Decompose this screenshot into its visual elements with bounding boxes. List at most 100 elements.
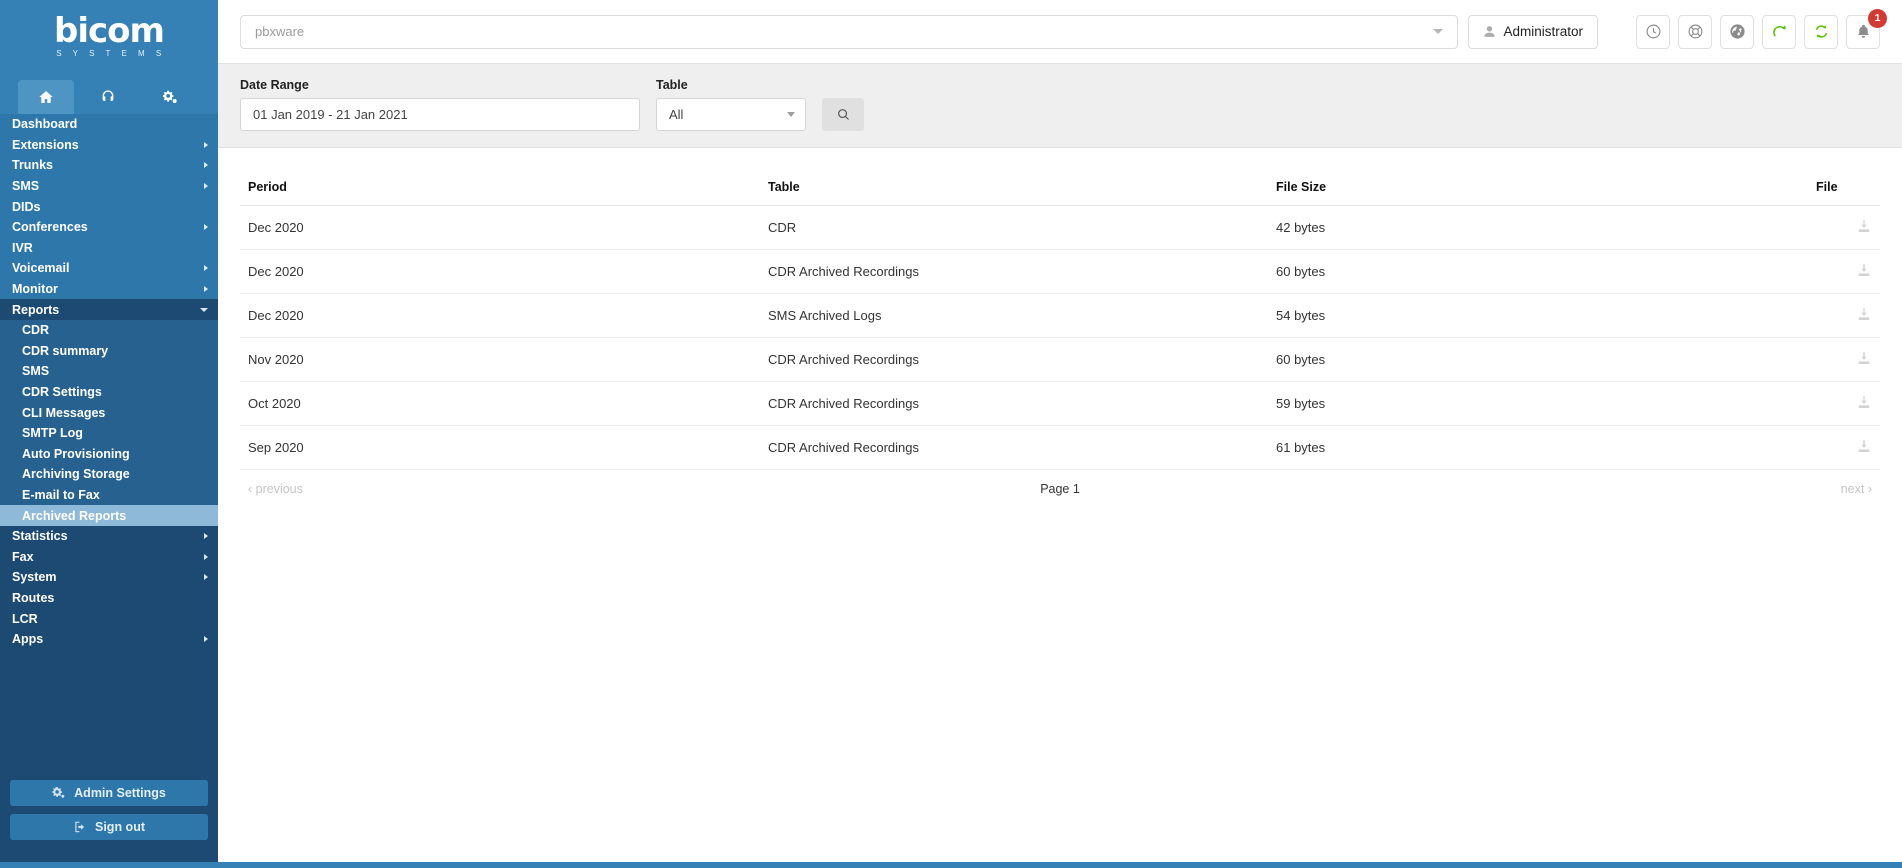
sidebar-item-statistics[interactable]: Statistics [0,525,218,547]
chevron-right-icon [204,574,208,581]
server-select[interactable]: pbxware [240,14,1459,49]
next-page-link[interactable]: next › [1841,482,1872,496]
chevron-right-icon [204,286,208,293]
sidebar-item-label: Dashboard [12,117,78,132]
chevron-right-icon [204,636,208,643]
server-select-value: pbxware [255,24,305,39]
sidebar-item-label: SMTP Log [22,426,83,441]
administrator-button[interactable]: Administrator [1468,14,1598,49]
date-range-input[interactable]: 01 Jan 2019 - 21 Jan 2021 [240,98,640,131]
download-file-button[interactable] [1856,350,1872,369]
sidebar-item-routes[interactable]: Routes [0,587,218,609]
sidebar-item-sms[interactable]: SMS [0,175,218,197]
sidebar-item-reports[interactable]: Reports [0,299,218,320]
lifebuoy-button[interactable] [1678,14,1712,49]
brand-name: bicom [54,11,165,51]
sidebar-item-smtp-log[interactable]: SMTP Log [0,422,218,444]
sidebar-item-apps[interactable]: Apps [0,628,218,650]
sidebar-item-cli-messages[interactable]: CLI Messages [0,402,218,423]
sidebar-item-label: CDR [22,323,50,338]
sidebar-item-lcr[interactable]: LCR [0,608,218,629]
download-file-button[interactable] [1856,438,1872,457]
chevron-right-icon [204,162,208,169]
cell-filesize: 60 bytes [1268,249,1808,294]
download-file-button[interactable] [1856,262,1872,281]
sidebar-item-label: Apps [12,632,44,647]
table-filter-select[interactable]: All [656,98,806,131]
cell-period: Oct 2020 [240,381,760,426]
sidebar-item-e-mail-to-fax[interactable]: E-mail to Fax [0,484,218,506]
sidebar-item-trunks[interactable]: Trunks [0,155,218,176]
sidebar-item-conferences[interactable]: Conferences [0,216,218,238]
globe-icon [1729,24,1745,39]
admin-settings-button[interactable]: Admin Settings [10,780,208,806]
download-file-button[interactable] [1856,394,1872,413]
sidebar-item-label: IVR [12,240,33,255]
chevron-down-icon [787,112,795,117]
sidebar-item-label: CDR summary [22,343,109,358]
download-file-button[interactable] [1856,218,1872,237]
chevron-down-icon [200,307,208,312]
sidebar: bicom S Y S T E M S Dashboard Extensions T… [0,0,218,868]
sidebar-item-sms[interactable]: SMS [0,361,218,382]
sidebar-item-cdr[interactable]: CDR [0,319,218,341]
sidebar-item-archiving-storage[interactable]: Archiving Storage [0,464,218,485]
date-range-value: 01 Jan 2019 - 21 Jan 2021 [253,107,408,122]
sidebar-item-ivr[interactable]: IVR [0,237,218,259]
sidebar-item-archived-reports[interactable]: Archived Reports [0,505,218,526]
sidebar-tabbar [0,72,218,114]
sidebar-item-fax[interactable]: Fax [0,546,218,568]
table-row[interactable]: Oct 2020 CDR Archived Recordings 59 bytes [240,381,1880,426]
filter-bar: Date Range 01 Jan 2019 - 21 Jan 2021 Tab… [218,64,1902,148]
sidebar-item-auto-provisioning[interactable]: Auto Provisioning [0,443,218,465]
clock-button[interactable] [1636,14,1670,49]
table-row[interactable]: Dec 2020 CDR Archived Recordings 60 bytes [240,249,1880,294]
sidebar-item-label: Archiving Storage [22,467,130,482]
cell-period: Dec 2020 [240,249,760,294]
previous-page-link[interactable]: ‹ previous [248,482,303,496]
cell-file [1808,249,1880,294]
sidebar-item-system[interactable]: System [0,567,218,588]
search-button[interactable] [822,98,864,131]
download-icon [1858,220,1870,232]
sync-button[interactable] [1804,14,1838,49]
column-header-table: Table [760,170,1268,206]
sidebar-item-voicemail[interactable]: Voicemail [0,258,218,279]
topbar-icon-group: 1 [1636,8,1887,49]
sign-out-button[interactable]: Sign out [10,814,208,840]
table-row[interactable]: Nov 2020 CDR Archived Recordings 60 bytes [240,337,1880,382]
table-row[interactable]: Sep 2020 CDR Archived Recordings 61 bytes [240,425,1880,470]
column-header-filesize: File Size [1268,170,1808,206]
download-file-button[interactable] [1856,306,1872,325]
settings-tab[interactable] [142,80,198,114]
search-icon [837,109,849,120]
download-icon [1858,396,1870,408]
cell-file [1808,337,1880,382]
table-row[interactable]: Dec 2020 CDR 42 bytes [240,205,1880,250]
download-icon [1858,264,1870,276]
download-icon [1858,308,1870,320]
sidebar-item-label: Conferences [12,220,88,235]
refresh-icon [1772,25,1786,37]
notifications-button[interactable]: 1 [1846,8,1887,49]
sidebar-item-label: SMS [12,179,40,194]
globe-button[interactable] [1720,14,1754,49]
sidebar-item-label: Archived Reports [22,508,127,523]
refresh-button[interactable] [1762,14,1796,49]
sidebar-item-extensions[interactable]: Extensions [0,134,218,156]
sidebar-item-label: CDR Settings [22,385,102,400]
chevron-right-icon [204,265,208,272]
headset-icon [102,90,114,101]
support-tab[interactable] [80,80,136,114]
sidebar-item-label: SMS [22,364,50,379]
sidebar-item-cdr-summary[interactable]: CDR summary [0,340,218,362]
table-row[interactable]: Dec 2020 SMS Archived Logs 54 bytes [240,293,1880,338]
sidebar-item-dids[interactable]: DIDs [0,196,218,217]
sidebar-item-cdr-settings[interactable]: CDR Settings [0,381,218,403]
home-tab[interactable] [18,80,74,114]
sidebar-item-monitor[interactable]: Monitor [0,278,218,300]
sidebar-item-dashboard[interactable]: Dashboard [0,114,218,135]
table-filter-label: Table [656,78,688,92]
archived-reports-table: Period Table File Size File Dec 2020 CDR 4… [240,170,1880,470]
cell-file [1808,381,1880,426]
